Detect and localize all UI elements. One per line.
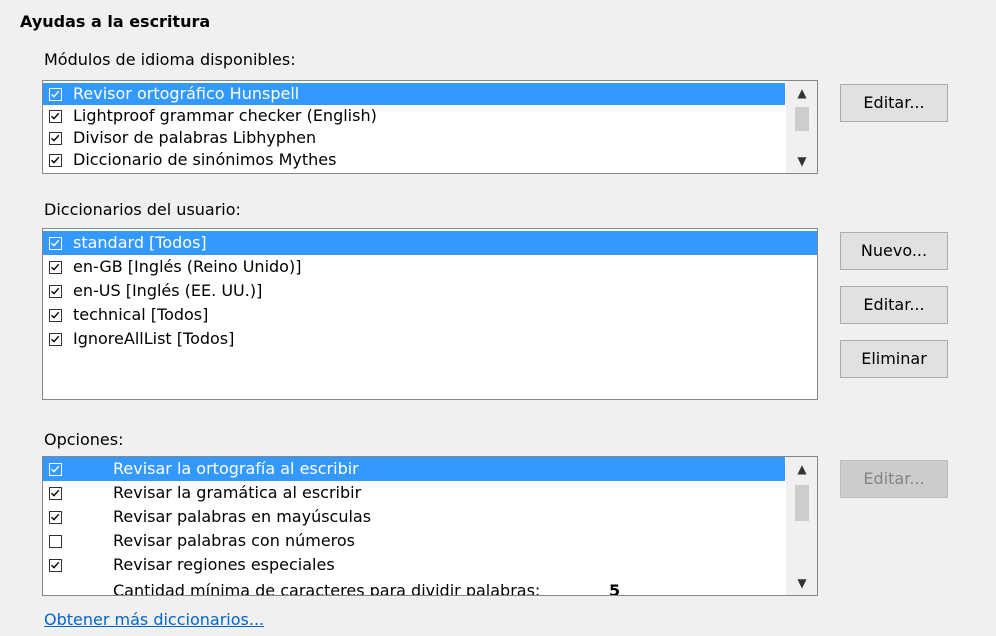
list-item[interactable]: Revisor ortográfico Hunspell [43,83,785,105]
list-item[interactable]: technical [Todos] [43,303,817,327]
scroll-down-icon[interactable]: ▼ [787,571,817,595]
list-item-label: Revisar palabras en mayúsculas [113,507,372,526]
min-chars-value: 5 [609,581,621,596]
user-dictionaries-list[interactable]: standard [Todos] en-GB [Inglés (Reino Uni… [42,228,818,400]
edit-dictionary-button[interactable]: Editar... [840,286,948,324]
new-dictionary-button[interactable]: Nuevo... [840,232,948,270]
list-item[interactable]: Revisar palabras en mayúsculas [43,505,785,529]
user-dictionaries-label: Diccionarios del usuario: [44,200,241,219]
checkbox-checked-icon[interactable] [49,487,62,500]
min-chars-row[interactable]: Cantidad mínima de caracteres para divid… [43,579,785,596]
section-title: Ayudas a la escritura [20,12,211,31]
checkbox-checked-icon[interactable] [49,333,62,346]
list-item-label: Divisor de palabras Libhyphen [73,128,317,147]
scroll-thumb[interactable] [795,485,809,521]
modules-list[interactable]: Revisor ortográfico Hunspell Lightproof g… [42,80,818,174]
more-dictionaries-link[interactable]: Obtener más diccionarios... [44,610,264,629]
list-item[interactable]: en-GB [Inglés (Reino Unido)] [43,255,817,279]
modules-scrollbar[interactable]: ▲ ▼ [786,81,817,173]
options-list[interactable]: Revisar la ortografía al escribir Revisar… [42,456,818,596]
checkbox-checked-icon[interactable] [49,559,62,572]
list-item[interactable]: Divisor de palabras Libhyphen [43,127,785,149]
options-scrollbar[interactable]: ▲ ▼ [786,457,817,595]
list-item[interactable]: Lightproof grammar checker (English) [43,105,785,127]
scroll-up-icon[interactable]: ▲ [787,457,817,481]
checkbox-checked-icon[interactable] [49,154,62,167]
list-item-label: Revisar la ortografía al escribir [113,459,359,478]
checkbox-checked-icon[interactable] [49,132,62,145]
modules-label: Módulos de idioma disponibles: [44,50,296,69]
checkbox-checked-icon[interactable] [49,110,62,123]
list-item[interactable]: Revisar regiones especiales [43,553,785,577]
delete-dictionary-button[interactable]: Eliminar [840,340,948,378]
list-item-label: en-US [Inglés (EE. UU.)] [73,281,263,300]
list-item-label: IgnoreAllList [Todos] [73,329,235,348]
list-item-label: standard [Todos] [73,233,207,252]
list-item[interactable]: en-US [Inglés (EE. UU.)] [43,279,817,303]
checkbox-checked-icon[interactable] [49,237,62,250]
modules-edit-button[interactable]: Editar... [840,84,948,122]
scroll-up-icon[interactable]: ▲ [787,81,817,105]
list-item-label: en-GB [Inglés (Reino Unido)] [73,257,302,276]
list-item[interactable]: Revisar la gramática al escribir [43,481,785,505]
list-item[interactable]: Revisar palabras con números [43,529,785,553]
list-item-label: Revisar regiones especiales [113,555,335,574]
list-item-label: Revisor ortográfico Hunspell [73,84,300,103]
checkbox-checked-icon[interactable] [49,463,62,476]
list-item[interactable]: IgnoreAllList [Todos] [43,327,817,351]
min-chars-label: Cantidad mínima de caracteres para divid… [113,581,541,596]
list-item[interactable]: standard [Todos] [43,231,817,255]
checkbox-icon[interactable] [49,535,62,548]
checkbox-checked-icon[interactable] [49,511,62,524]
checkbox-checked-icon[interactable] [49,285,62,298]
list-item[interactable]: Diccionario de sinónimos Mythes [43,149,785,171]
list-item-label: Revisar palabras con números [113,531,356,550]
list-item-label: technical [Todos] [73,305,209,324]
checkbox-checked-icon[interactable] [49,261,62,274]
checkbox-checked-icon[interactable] [49,88,62,101]
list-item[interactable]: Revisar la ortografía al escribir [43,457,785,481]
options-label: Opciones: [44,430,124,449]
list-item-label: Revisar la gramática al escribir [113,483,362,502]
list-item-label: Lightproof grammar checker (English) [73,106,377,125]
checkbox-checked-icon[interactable] [49,309,62,322]
scroll-down-icon[interactable]: ▼ [787,149,817,173]
list-item-label: Diccionario de sinónimos Mythes [73,150,337,169]
options-edit-button[interactable]: Editar... [840,460,948,498]
scroll-thumb[interactable] [795,107,809,131]
